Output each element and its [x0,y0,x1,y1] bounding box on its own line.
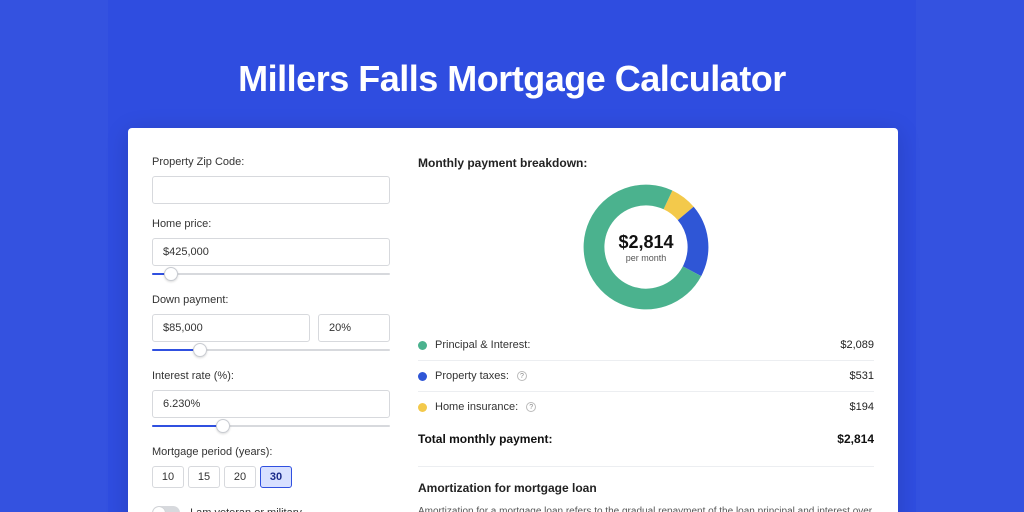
interest-rate-slider-thumb[interactable] [216,419,230,433]
legend-label-ins: Home insurance: [435,401,518,413]
donut-chart-wrap: $2,814 per month [418,182,874,312]
legend-label-pi: Principal & Interest: [435,339,530,351]
zip-input[interactable] [152,176,390,204]
interest-rate-field: Interest rate (%): [152,370,390,432]
legend-label-tax: Property taxes: [435,370,509,382]
home-price-slider[interactable] [152,268,390,280]
down-payment-label: Down payment: [152,294,390,306]
total-label: Total monthly payment: [418,432,552,446]
legend-dot-ins [418,403,427,412]
legend-list: Principal & Interest: $2,089 Property taxe… [418,330,874,422]
total-value: $2,814 [837,432,874,446]
legend-row-pi: Principal & Interest: $2,089 [418,330,874,360]
home-price-label: Home price: [152,218,390,230]
page-title: Millers Falls Mortgage Calculator [0,58,1024,100]
total-row: Total monthly payment: $2,814 [418,422,874,462]
donut-center-sub: per month [626,253,667,263]
breakdown-title: Monthly payment breakdown: [418,156,874,170]
legend-row-tax: Property taxes:? $531 [418,361,874,391]
legend-dot-pi [418,341,427,350]
veteran-toggle[interactable] [152,506,180,512]
mortgage-period-option-15[interactable]: 15 [188,466,220,488]
veteran-label: I am veteran or military [190,507,302,512]
legend-dot-tax [418,372,427,381]
amortization-title: Amortization for mortgage loan [418,481,874,495]
mortgage-period-label: Mortgage period (years): [152,446,390,458]
mortgage-period-option-30[interactable]: 30 [260,466,292,488]
down-payment-pct-input[interactable] [318,314,390,342]
mortgage-period-option-20[interactable]: 20 [224,466,256,488]
amortization-section: Amortization for mortgage loan Amortizat… [418,466,874,512]
mortgage-period-option-10[interactable]: 10 [152,466,184,488]
veteran-row: I am veteran or military [152,506,390,512]
legend-value-ins: $194 [850,401,874,413]
donut-center-value: $2,814 [618,232,673,253]
zip-field: Property Zip Code: [152,156,390,204]
legend-row-ins: Home insurance:? $194 [418,392,874,422]
mortgage-period-options: 10152030 [152,466,390,488]
breakdown-column: Monthly payment breakdown: $2,814 per mo… [418,156,874,512]
donut-center: $2,814 per month [581,182,711,312]
zip-label: Property Zip Code: [152,156,390,168]
down-payment-slider-thumb[interactable] [193,343,207,357]
help-icon[interactable]: ? [517,371,527,381]
interest-rate-input[interactable] [152,390,390,418]
interest-rate-slider[interactable] [152,420,390,432]
home-price-slider-thumb[interactable] [164,267,178,281]
help-icon[interactable]: ? [526,402,536,412]
toggle-knob [153,507,165,512]
donut-chart: $2,814 per month [581,182,711,312]
legend-value-pi: $2,089 [840,339,874,351]
home-price-field: Home price: [152,218,390,280]
calculator-card: Property Zip Code: Home price: Down paym… [128,128,898,512]
amortization-text: Amortization for a mortgage loan refers … [418,505,874,512]
interest-rate-label: Interest rate (%): [152,370,390,382]
down-payment-slider[interactable] [152,344,390,356]
inputs-column: Property Zip Code: Home price: Down paym… [152,156,390,512]
down-payment-amount-input[interactable] [152,314,310,342]
mortgage-period-field: Mortgage period (years): 10152030 [152,446,390,488]
down-payment-field: Down payment: [152,294,390,356]
home-price-input[interactable] [152,238,390,266]
legend-value-tax: $531 [850,370,874,382]
page-root: Millers Falls Mortgage Calculator Proper… [0,0,1024,512]
